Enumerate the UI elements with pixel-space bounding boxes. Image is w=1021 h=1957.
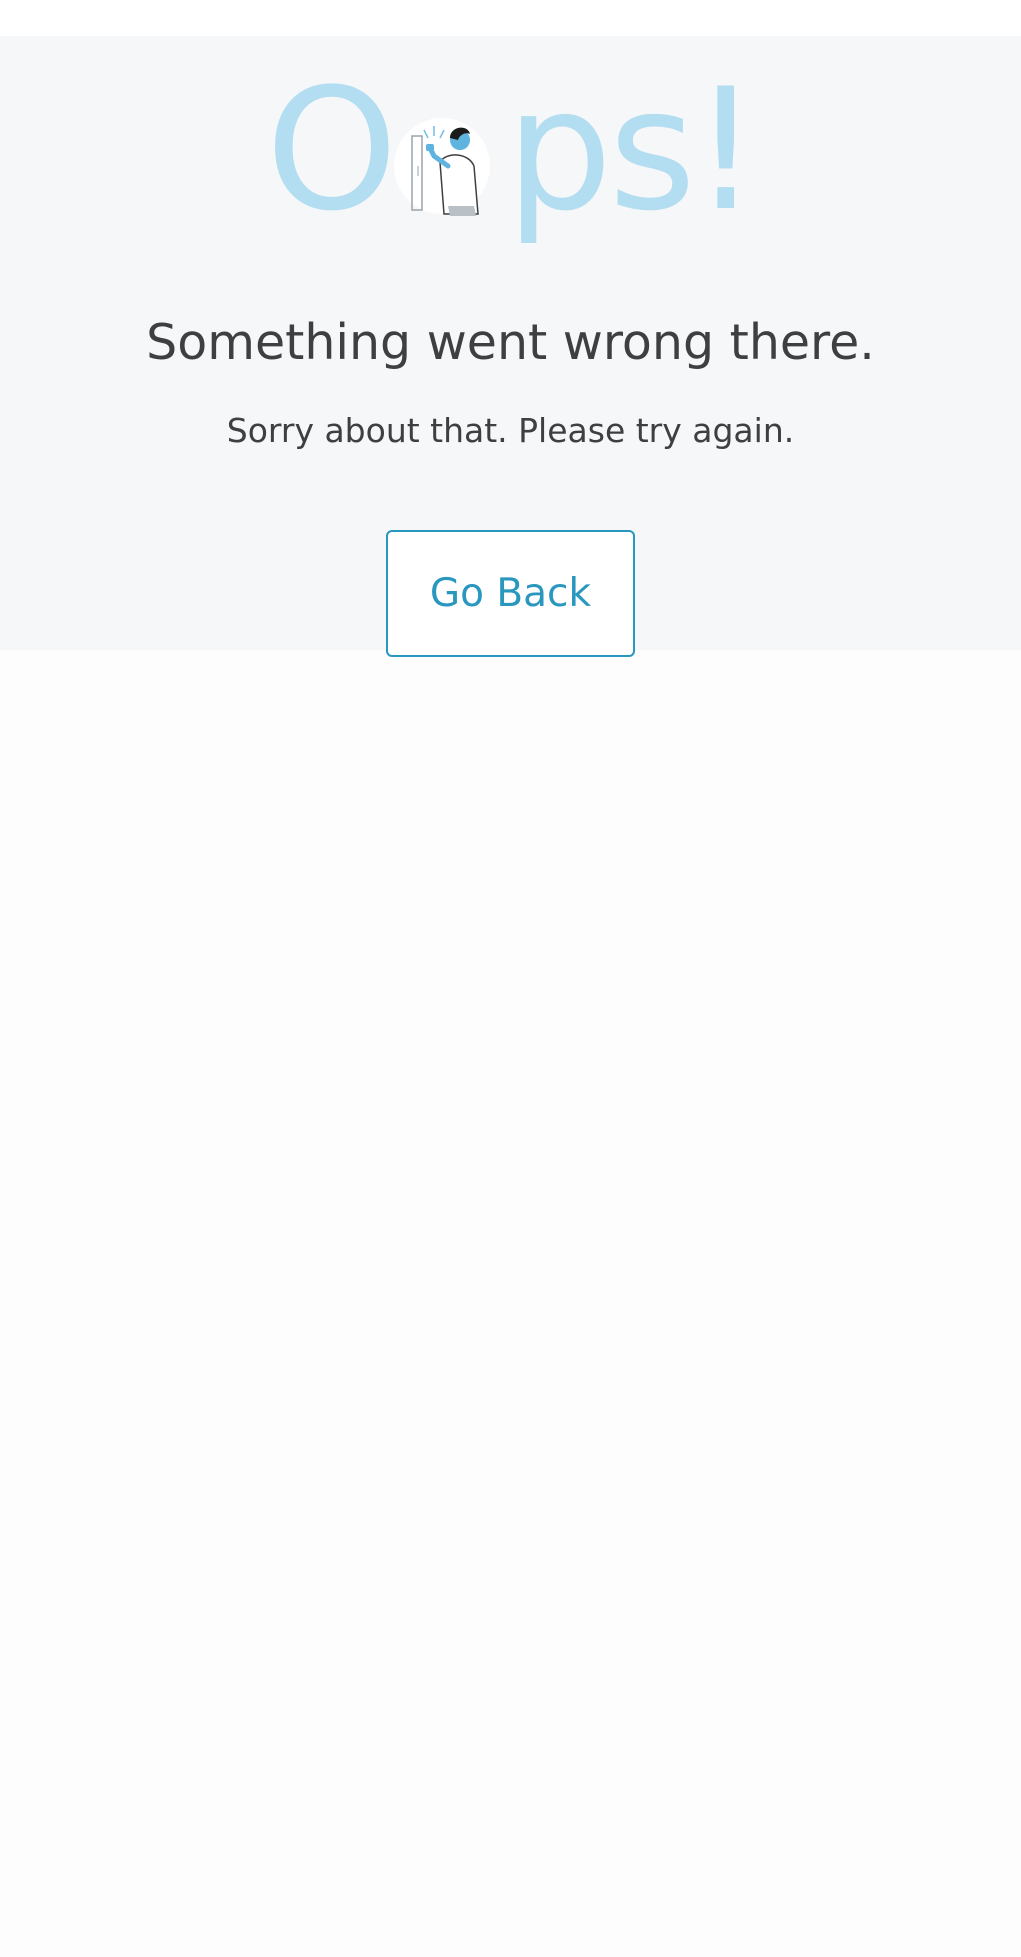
- error-message: Sorry about that. Please try again.: [226, 411, 795, 450]
- oops-letter-o: O: [265, 52, 398, 248]
- error-headline: Something went wrong there.: [146, 314, 875, 371]
- top-bar: [0, 0, 1021, 36]
- person-knocking-on-door-illustration-icon: [393, 66, 506, 234]
- go-back-button[interactable]: Go Back: [386, 530, 635, 657]
- oops-heading: O ps!: [0, 66, 1021, 256]
- oops-letters-ps: ps!: [505, 52, 760, 248]
- error-panel: O ps! Something went wrong there. Sorry …: [0, 36, 1021, 657]
